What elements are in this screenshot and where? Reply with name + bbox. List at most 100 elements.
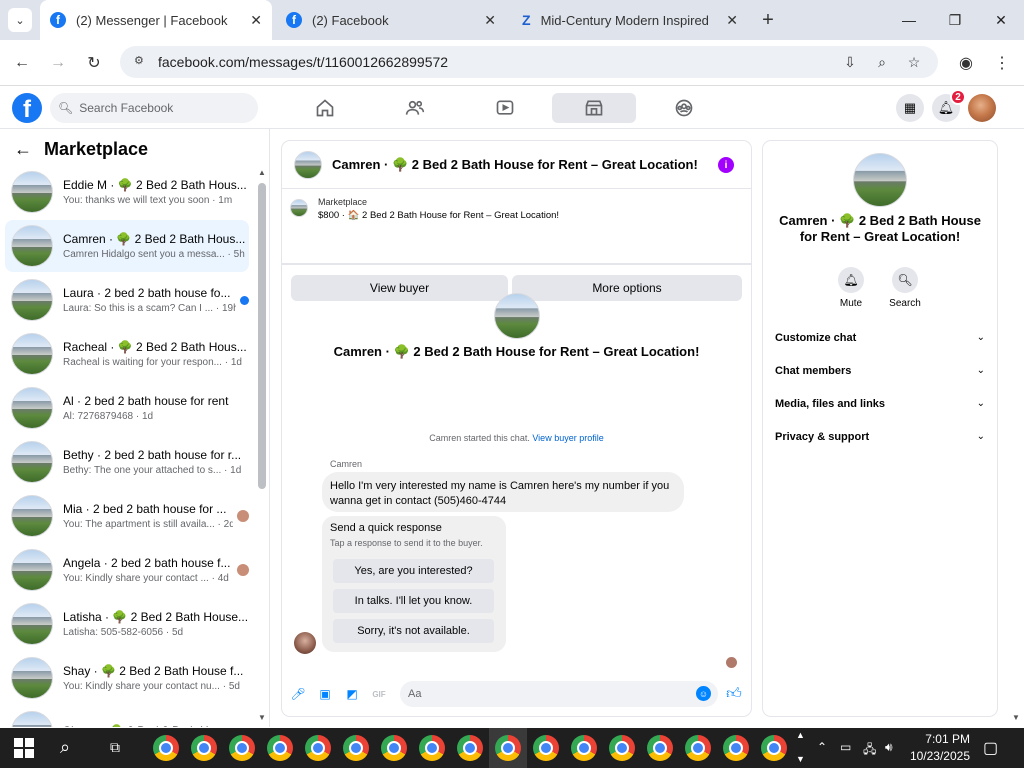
scroll-up-arrow[interactable]: ▲: [258, 168, 266, 177]
sender-avatar[interactable]: [294, 632, 316, 654]
search-facebook-input[interactable]: 🔍︎ Search Facebook: [50, 93, 258, 123]
view-buyer-profile-link[interactable]: View buyer profile: [532, 433, 603, 443]
more-options-button[interactable]: More options: [512, 275, 742, 301]
listing-thumbnail[interactable]: [290, 199, 308, 217]
section-media-files-links[interactable]: Media, files and links ⌄: [775, 398, 985, 410]
conversation-item[interactable]: Eddie M · 🌳 2 Bed 2 Bath Hous... You: tha…: [5, 166, 249, 218]
tab-messenger[interactable]: f (2) Messenger | Facebook ✕: [40, 0, 272, 40]
nav-friends[interactable]: [373, 93, 457, 123]
menu-grid-button[interactable]: ▦: [896, 94, 924, 122]
tray-device-icon[interactable]: ▭: [840, 740, 851, 754]
section-privacy-support[interactable]: Privacy & support ⌄: [775, 431, 985, 443]
new-tab-button[interactable]: +: [756, 8, 780, 32]
message-bubble[interactable]: Hello I'm very interested my name is Cam…: [322, 472, 684, 512]
close-tab-icon[interactable]: ✕: [250, 12, 262, 29]
chrome-taskbar-icon[interactable]: [571, 735, 597, 761]
nav-groups[interactable]: [642, 93, 726, 123]
mute-action[interactable]: 🔔︎ Mute: [829, 267, 873, 309]
quick-reply-in-talks[interactable]: In talks. I'll let you know.: [333, 589, 494, 613]
search-action[interactable]: 🔍︎ Search: [883, 267, 927, 309]
tray-chevron-up-icon[interactable]: ⌃: [817, 740, 827, 754]
tab-facebook[interactable]: f (2) Facebook ✕: [276, 0, 506, 40]
conversation-item[interactable]: Sherry · 🌳 2 Bed 2 Bath House ...: [5, 706, 249, 727]
chrome-taskbar-icon[interactable]: [723, 735, 749, 761]
task-view-icon[interactable]: ⧉: [110, 739, 120, 756]
chrome-taskbar-icon[interactable]: [305, 735, 331, 761]
tab-search-button[interactable]: ⌄: [8, 8, 32, 32]
gif-icon[interactable]: GIF: [371, 686, 387, 702]
close-tab-icon[interactable]: ✕: [726, 12, 738, 29]
scroll-down-arrow[interactable]: ▼: [258, 713, 266, 722]
menu-kebab-icon[interactable]: ⋮: [990, 51, 1014, 75]
chrome-taskbar-icon[interactable]: [457, 735, 483, 761]
bookmark-star-icon[interactable]: ☆: [904, 52, 924, 72]
close-tab-icon[interactable]: ✕: [484, 12, 496, 29]
like-thumb-icon[interactable]: 👍︎: [726, 685, 742, 702]
conversation-item[interactable]: Angela · 2 bed 2 bath house f... You: Kin…: [5, 544, 249, 596]
chat-header-title[interactable]: Camren · 🌳 2 Bed 2 Bath House for Rent –…: [332, 157, 698, 173]
windows-start-icon[interactable]: [14, 738, 34, 758]
chrome-taskbar-icon[interactable]: [647, 735, 673, 761]
quick-reply-unavailable[interactable]: Sorry, it's not available.: [333, 619, 494, 643]
quick-reply-yes[interactable]: Yes, are you interested?: [333, 559, 494, 583]
taskbar-search-icon[interactable]: ⌕: [60, 737, 70, 758]
conversation-item[interactable]: Laura · 2 bed 2 bath house fo... Laura: S…: [5, 274, 249, 326]
nav-marketplace[interactable]: [552, 93, 636, 123]
chrome-taskbar-icon[interactable]: [229, 735, 255, 761]
listing-avatar[interactable]: [294, 150, 322, 179]
chrome-taskbar-icon[interactable]: [533, 735, 559, 761]
profile-icon[interactable]: ◉: [954, 51, 978, 75]
minimize-button[interactable]: —: [895, 8, 923, 32]
conversation-item[interactable]: Latisha · 🌳 2 Bed 2 Bath House... Latisha…: [5, 598, 249, 650]
chrome-taskbar-icon[interactable]: [609, 735, 635, 761]
chrome-taskbar-icon[interactable]: [381, 735, 407, 761]
microphone-icon[interactable]: 🎤︎: [290, 686, 306, 702]
network-icon[interactable]: 🖧︎: [863, 740, 876, 761]
clock-date[interactable]: 10/23/2025: [908, 749, 970, 763]
facebook-logo-icon[interactable]: f: [12, 93, 42, 123]
chrome-taskbar-icon[interactable]: [495, 735, 521, 761]
conversation-item[interactable]: Racheal · 🌳 2 Bed 2 Bath Hous... Racheal …: [5, 328, 249, 380]
taskbar-scroll-down[interactable]: ▼: [796, 754, 805, 764]
zoom-icon[interactable]: ⌕: [872, 52, 892, 72]
volume-icon[interactable]: 🔊︎: [885, 740, 893, 755]
info-icon[interactable]: i: [718, 157, 734, 173]
section-customize-chat[interactable]: Customize chat ⌄: [775, 332, 985, 344]
chrome-taskbar-icon[interactable]: [191, 735, 217, 761]
maximize-button[interactable]: ❐: [941, 8, 969, 32]
chrome-taskbar-icon[interactable]: [267, 735, 293, 761]
sticker-icon[interactable]: ◩: [344, 686, 360, 702]
chrome-taskbar-icon[interactable]: [685, 735, 711, 761]
page-scroll-down-arrow[interactable]: ▼: [1012, 713, 1020, 722]
chrome-taskbar-icon[interactable]: [761, 735, 787, 761]
forward-button[interactable]: →: [46, 51, 70, 75]
conversation-item[interactable]: Al · 2 bed 2 bath house for rent Al: 7276…: [5, 382, 249, 434]
conversation-scrollbar[interactable]: [258, 183, 266, 489]
photo-icon[interactable]: ▣: [317, 686, 333, 702]
chrome-taskbar-icon[interactable]: [419, 735, 445, 761]
message-input[interactable]: Aa: [400, 681, 718, 707]
clock-time[interactable]: 7:01 PM: [918, 732, 970, 746]
taskbar-scroll-up[interactable]: ▲: [796, 730, 805, 740]
back-arrow-icon[interactable]: ←: [14, 139, 32, 160]
chrome-taskbar-icon[interactable]: [343, 735, 369, 761]
tab-mid-century[interactable]: Z Mid-Century Modern Inspired ✕: [512, 0, 748, 40]
notification-center-icon[interactable]: ▢: [983, 738, 998, 758]
listing-price-title[interactable]: $800 · 🏠 2 Bed 2 Bath House for Rent – G…: [318, 210, 559, 221]
address-bar[interactable]: ⚙ facebook.com/messages/t/11600126628995…: [120, 46, 938, 78]
conversation-item[interactable]: Camren · 🌳 2 Bed 2 Bath Hous... Camren Hi…: [5, 220, 249, 272]
install-app-icon[interactable]: ⇩: [840, 52, 860, 72]
nav-home[interactable]: [283, 93, 367, 123]
back-button[interactable]: ←: [10, 51, 34, 75]
close-window-button[interactable]: ✕: [987, 8, 1015, 32]
conversation-item[interactable]: Mia · 2 bed 2 bath house for ... You: The…: [5, 490, 249, 542]
nav-watch[interactable]: [463, 93, 547, 123]
conversation-item[interactable]: Shay · 🌳 2 Bed 2 Bath House f... You: Kin…: [5, 652, 249, 704]
conversation-item[interactable]: Bethy · 2 bed 2 bath house for r... Bethy…: [5, 436, 249, 488]
section-chat-members[interactable]: Chat members ⌄: [775, 365, 985, 377]
reload-button[interactable]: ↻: [82, 51, 106, 75]
view-buyer-button[interactable]: View buyer: [291, 275, 508, 301]
account-avatar[interactable]: [968, 94, 996, 122]
site-settings-icon[interactable]: ⚙: [134, 54, 150, 70]
chrome-taskbar-icon[interactable]: [153, 735, 179, 761]
